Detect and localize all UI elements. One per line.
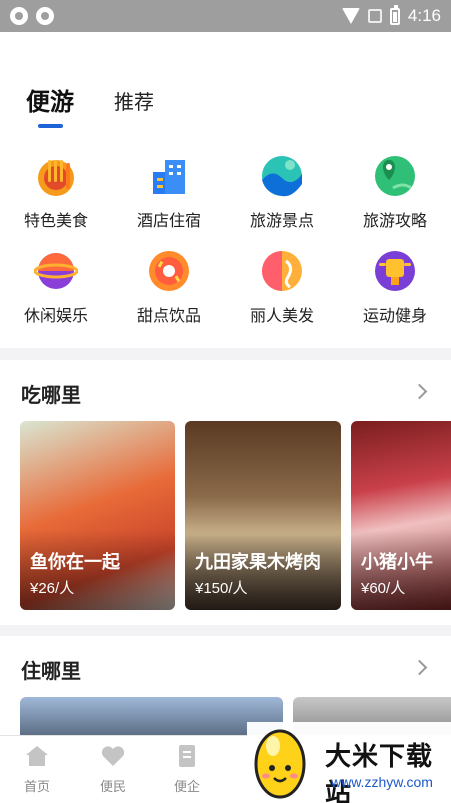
nav-enterprise[interactable]: 便企 <box>157 744 217 795</box>
category-label: 酒店住宿 <box>136 213 201 230</box>
tab-bianyou[interactable]: 便游 <box>26 82 74 117</box>
tab-recommend[interactable]: 推荐 <box>114 86 154 115</box>
restaurant-name: 九田家果木烤肉 <box>195 552 321 572</box>
active-tab-indicator <box>38 124 63 128</box>
watermark-url: www.zzhyw.com <box>331 774 433 790</box>
battery-icon <box>389 4 400 25</box>
category-beauty[interactable]: 丽人美发 <box>226 249 338 326</box>
fitness-trophy-icon <box>373 249 417 293</box>
fork-knife-icon <box>34 154 78 198</box>
category-label: 休闲娱乐 <box>23 308 88 325</box>
category-dessert[interactable]: 甜点饮品 <box>113 249 225 326</box>
heart-icon <box>100 744 126 768</box>
hotel-card[interactable] <box>20 697 283 735</box>
category-guide[interactable]: 旅游攻略 <box>339 154 451 231</box>
category-food[interactable]: 特色美食 <box>0 154 112 231</box>
watermark-title: 大米下载站 <box>325 741 434 803</box>
category-label: 运动健身 <box>362 308 427 325</box>
watermark: 大米下载站 www.zzhyw.com <box>247 722 451 803</box>
nav-label: 便企 <box>173 779 200 794</box>
stay-section: 住哪里 <box>0 636 451 735</box>
restaurant-card[interactable]: 九田家果木烤肉 ¥150/人 <box>185 421 341 610</box>
chevron-right-icon[interactable] <box>411 383 428 400</box>
category-panel: 便游 推荐 特色美食 酒店住宿 旅游景点 旅游攻略 休闲娱乐 甜点饮品 丽人美发… <box>0 32 451 348</box>
category-scenic[interactable]: 旅游景点 <box>226 154 338 231</box>
nav-home[interactable]: 首页 <box>7 744 67 795</box>
document-icon <box>174 744 200 768</box>
category-label: 丽人美发 <box>249 308 314 325</box>
wifi-icon <box>341 8 360 24</box>
planet-icon <box>33 249 79 293</box>
scenic-wave-icon <box>260 154 304 198</box>
nav-label: 首页 <box>23 779 50 794</box>
restaurant-price: ¥150/人 <box>195 580 248 597</box>
section-title: 吃哪里 <box>21 385 81 407</box>
category-label: 旅游景点 <box>249 213 314 230</box>
rice-mascot-logo <box>251 726 309 800</box>
notification-icon <box>36 7 54 25</box>
chevron-right-icon[interactable] <box>411 659 428 676</box>
notification-icon <box>10 7 28 25</box>
category-leisure[interactable]: 休闲娱乐 <box>0 249 112 326</box>
restaurant-price: ¥60/人 <box>361 580 406 597</box>
status-time: 4:16 <box>407 6 441 25</box>
map-pin-icon <box>373 154 417 198</box>
category-fitness[interactable]: 运动健身 <box>339 249 451 326</box>
status-bar: 4:16 <box>0 0 451 32</box>
hotel-building-icon <box>147 154 191 198</box>
donut-icon <box>147 249 191 293</box>
nav-label: 便民 <box>99 779 126 794</box>
no-signal-icon <box>367 9 382 23</box>
section-title: 住哪里 <box>21 661 81 683</box>
beauty-face-icon <box>260 249 304 293</box>
home-icon <box>24 744 50 768</box>
restaurant-price: ¥26/人 <box>30 580 75 597</box>
restaurant-card[interactable]: 鱼你在一起 ¥26/人 <box>20 421 175 610</box>
restaurant-card[interactable]: 小猪小牛 ¥60/人 <box>351 421 451 610</box>
category-hotel[interactable]: 酒店住宿 <box>113 154 225 231</box>
restaurant-name: 鱼你在一起 <box>30 552 120 572</box>
nav-convenience[interactable]: 便民 <box>83 744 143 795</box>
eat-section: 吃哪里 鱼你在一起 ¥26/人 九田家果木烤肉 ¥150/人 小猪小牛 ¥60/… <box>0 360 451 625</box>
category-label: 旅游攻略 <box>362 213 427 230</box>
restaurant-name: 小猪小牛 <box>361 552 433 572</box>
category-label: 甜点饮品 <box>136 308 201 325</box>
category-label: 特色美食 <box>23 213 88 230</box>
